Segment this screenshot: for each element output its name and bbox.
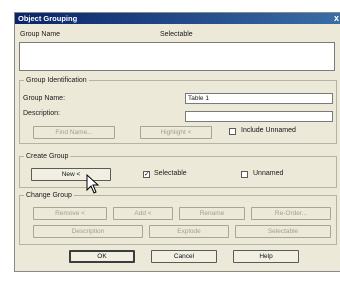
- include-unnamed-label: Include Unnamed: [241, 127, 296, 134]
- create-group-legend: Create Group: [24, 152, 71, 161]
- description-button[interactable]: Description: [33, 225, 143, 238]
- ok-button[interactable]: OK: [69, 250, 135, 263]
- selectable-button[interactable]: Selectable: [235, 225, 331, 238]
- window-title: Object Grouping: [18, 14, 78, 23]
- checkmark-icon: ✓: [144, 171, 150, 178]
- remove-button[interactable]: Remove <: [33, 207, 107, 220]
- group-identification-legend: Group Identification: [24, 76, 89, 85]
- selectable-label: Selectable: [154, 170, 187, 177]
- title-bar: Object Grouping x: [15, 13, 340, 24]
- explode-button[interactable]: Explode: [149, 225, 229, 238]
- close-icon[interactable]: x: [334, 12, 339, 24]
- column-header-selectable: Selectable: [160, 31, 193, 38]
- add-button[interactable]: Add <: [113, 207, 173, 220]
- change-group-legend: Change Group: [24, 191, 74, 200]
- help-button[interactable]: Help: [233, 250, 299, 263]
- include-unnamed-checkbox[interactable]: [229, 128, 236, 135]
- group-name-label: Group Name:: [23, 95, 66, 102]
- object-grouping-dialog: Object Grouping x Group Name Selectable …: [14, 12, 340, 272]
- mouse-pointer-icon: [86, 174, 100, 194]
- selectable-checkbox[interactable]: ✓: [143, 171, 150, 178]
- description-field[interactable]: [185, 111, 333, 122]
- group-name-field[interactable]: Table 1: [185, 93, 333, 104]
- cancel-button[interactable]: Cancel: [151, 250, 217, 263]
- highlight-button[interactable]: Highlight <: [140, 126, 212, 139]
- rename-button[interactable]: Rename: [179, 207, 245, 220]
- find-name-button[interactable]: Find Name...: [33, 126, 115, 139]
- unnamed-label: Unnamed: [253, 170, 284, 177]
- description-label: Description:: [23, 110, 60, 117]
- group-listbox[interactable]: [19, 42, 335, 71]
- column-header-group-name: Group Name: [20, 31, 61, 38]
- reorder-button[interactable]: Re-Order...: [251, 207, 331, 220]
- unnamed-checkbox[interactable]: [241, 171, 248, 178]
